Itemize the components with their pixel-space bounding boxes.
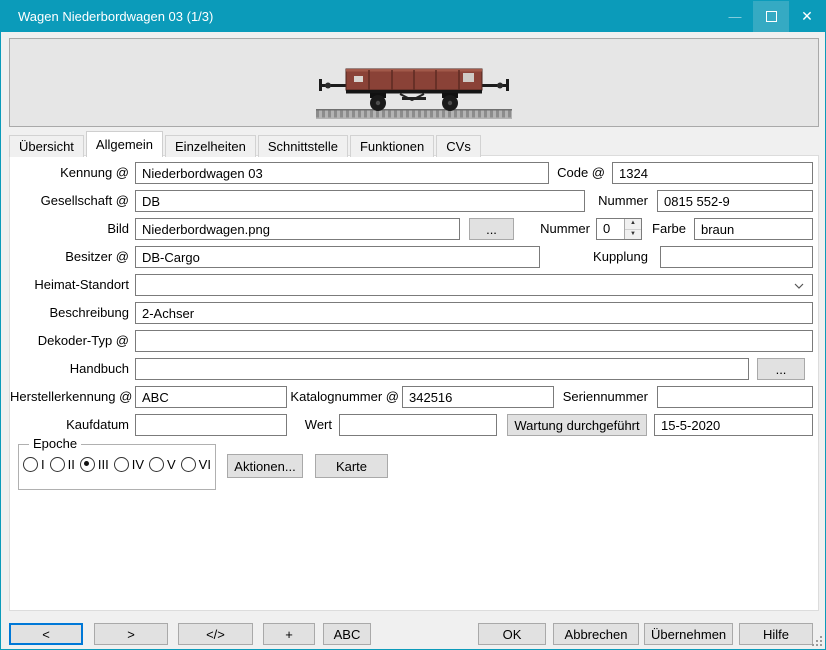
gesellschaft-input[interactable] <box>135 190 585 212</box>
karte-button[interactable]: Karte <box>315 454 388 478</box>
abc-button[interactable]: ABC <box>323 623 371 645</box>
wagon-image <box>314 48 514 126</box>
epoche-radio-5-label: V <box>167 457 176 472</box>
katalognummer-label: Katalognummer @ <box>280 386 399 408</box>
wartung-datum-input[interactable] <box>654 414 813 436</box>
nummer-spin-label: Nummer <box>472 218 590 240</box>
bild-label: Bild <box>10 218 129 240</box>
epoche-radio-4[interactable]: IV <box>114 457 144 472</box>
prev-record-button[interactable]: < <box>9 623 83 645</box>
handbuch-browse-button[interactable]: ... <box>757 358 805 380</box>
seriennummer-label: Seriennummer <box>530 386 648 408</box>
heimat-standort-combobox[interactable] <box>135 274 813 296</box>
epoche-groupbox: Epoche I II III IV V VI <box>18 444 216 490</box>
epoche-radio-2-label: II <box>68 457 75 472</box>
epoche-radio-5[interactable]: V <box>149 457 176 472</box>
radio-icon <box>114 457 129 472</box>
radio-icon <box>149 457 164 472</box>
aktionen-button[interactable]: Aktionen... <box>227 454 303 478</box>
add-button[interactable]: + <box>263 623 315 645</box>
maximize-button[interactable] <box>753 1 789 32</box>
wert-label: Wert <box>240 414 332 436</box>
epoche-radio-4-label: IV <box>132 457 144 472</box>
epoche-legend: Epoche <box>29 436 81 451</box>
next-record-button[interactable]: > <box>94 623 168 645</box>
ok-button[interactable]: OK <box>478 623 546 645</box>
epoche-radio-2[interactable]: II <box>50 457 75 472</box>
nummer-label: Nummer <box>530 190 648 212</box>
close-button[interactable]: ✕ <box>789 1 825 32</box>
dekoder-typ-label: Dekoder-Typ @ <box>10 330 129 352</box>
epoche-radio-3[interactable]: III <box>80 457 109 472</box>
kupplung-input[interactable] <box>660 246 813 268</box>
herstellerkennung-input[interactable] <box>135 386 287 408</box>
epoche-radio-6-label: VI <box>199 457 211 472</box>
radio-icon <box>80 457 95 472</box>
farbe-input[interactable] <box>694 218 813 240</box>
radio-icon <box>23 457 38 472</box>
chevron-down-icon <box>794 283 804 289</box>
kupplung-label: Kupplung <box>530 246 648 268</box>
help-button[interactable]: Hilfe <box>739 623 813 645</box>
tab-schnittstelle[interactable]: Schnittstelle <box>258 135 348 157</box>
dekoder-typ-input[interactable] <box>135 330 813 352</box>
dialog-window: Wagen Niederbordwagen 03 (1/3) — ✕ <box>0 0 826 650</box>
tab-strip: Übersicht Allgemein Einzelheiten Schnitt… <box>9 131 481 157</box>
farbe-label: Farbe <box>590 218 686 240</box>
besitzer-label: Besitzer @ <box>10 246 129 268</box>
resize-grip[interactable] <box>810 634 822 646</box>
heimat-standort-label: Heimat-Standort <box>10 274 129 296</box>
minimize-button[interactable]: — <box>717 1 753 32</box>
epoche-radio-1[interactable]: I <box>23 457 45 472</box>
titlebar[interactable]: Wagen Niederbordwagen 03 (1/3) — ✕ <box>1 1 825 32</box>
close-icon: ✕ <box>801 8 813 25</box>
besitzer-input[interactable] <box>135 246 540 268</box>
code-label: Code @ <box>490 162 605 184</box>
epoche-radio-group: I II III IV V VI <box>23 457 211 472</box>
bild-input[interactable] <box>135 218 460 240</box>
cancel-button[interactable]: Abbrechen <box>553 623 639 645</box>
apply-button[interactable]: Übernehmen <box>644 623 733 645</box>
seriennummer-input[interactable] <box>657 386 813 408</box>
tab-uebersicht[interactable]: Übersicht <box>9 135 84 157</box>
tab-einzelheiten[interactable]: Einzelheiten <box>165 135 256 157</box>
handbuch-input[interactable] <box>135 358 749 380</box>
epoche-radio-3-label: III <box>98 457 109 472</box>
code-input[interactable] <box>612 162 813 184</box>
radio-icon <box>181 457 196 472</box>
wert-input[interactable] <box>339 414 497 436</box>
herstellerkennung-label: Herstellerkennung @ <box>10 386 129 408</box>
beschreibung-input[interactable] <box>135 302 813 324</box>
nummer-input[interactable] <box>657 190 813 212</box>
handbuch-label: Handbuch <box>10 358 129 380</box>
kennung-input[interactable] <box>135 162 549 184</box>
radio-icon <box>50 457 65 472</box>
tab-funktionen[interactable]: Funktionen <box>350 135 434 157</box>
window-title: Wagen Niederbordwagen 03 (1/3) <box>18 1 213 32</box>
tab-cvs[interactable]: CVs <box>436 135 481 157</box>
kaufdatum-label: Kaufdatum <box>10 414 129 436</box>
kennung-label: Kennung @ <box>10 162 129 184</box>
epoche-radio-1-label: I <box>41 457 45 472</box>
epoche-radio-6[interactable]: VI <box>181 457 211 472</box>
wagon-image-panel <box>9 38 819 127</box>
gesellschaft-label: Gesellschaft @ <box>10 190 129 212</box>
minimize-icon: — <box>729 9 742 24</box>
tab-page-allgemein: Kennung @ Code @ Gesellschaft @ Nummer B… <box>9 155 819 611</box>
wartung-durchgefuehrt-button[interactable]: Wartung durchgeführt <box>507 414 647 436</box>
maximize-icon <box>766 11 777 22</box>
tab-allgemein[interactable]: Allgemein <box>86 131 163 157</box>
code-view-button[interactable]: </> <box>178 623 253 645</box>
beschreibung-label: Beschreibung <box>10 302 129 324</box>
